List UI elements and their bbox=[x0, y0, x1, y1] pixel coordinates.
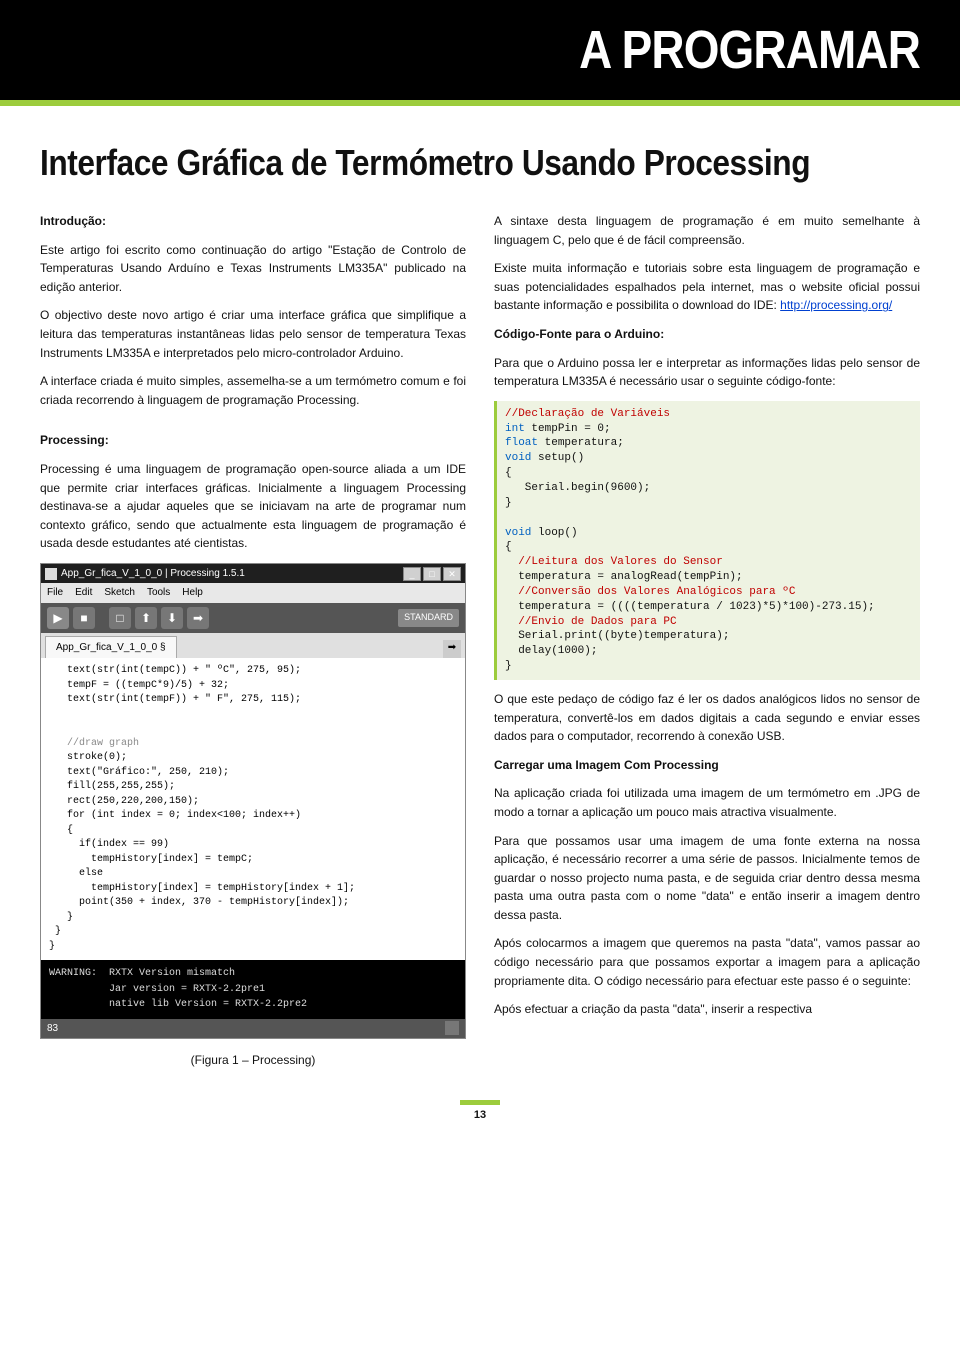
close-button[interactable]: ✕ bbox=[443, 567, 461, 581]
right-p2: Existe muita informação e tutoriais sobr… bbox=[494, 259, 920, 315]
console-output: WARNING: RXTX Version mismatch Jar versi… bbox=[41, 960, 465, 1019]
right-p4: O que este pedaço de código faz é ler os… bbox=[494, 690, 920, 746]
open-button[interactable]: ⬆ bbox=[135, 607, 157, 629]
new-button[interactable]: □ bbox=[109, 607, 131, 629]
stop-button[interactable]: ■ bbox=[73, 607, 95, 629]
sketch-tab[interactable]: App_Gr_fica_V_1_0_0 § bbox=[45, 636, 177, 659]
top-header: A PROGRAMAR bbox=[0, 0, 960, 106]
resize-corner[interactable] bbox=[445, 1021, 459, 1035]
menu-edit[interactable]: Edit bbox=[75, 585, 92, 601]
export-button[interactable]: ➡ bbox=[187, 607, 209, 629]
article-title: Interface Gráfica de Termómetro Usando P… bbox=[40, 142, 814, 184]
window-titlebar: App_Gr_fica_V_1_0_0 | Processing 1.5.1 _… bbox=[41, 564, 465, 584]
processing-paragraph: Processing é uma linguagem de programaçã… bbox=[40, 460, 466, 553]
save-button[interactable]: ⬇ bbox=[161, 607, 183, 629]
code-editor[interactable]: text(str(int(tempC)) + " ºC", 275, 95); … bbox=[41, 658, 465, 960]
magazine-brand: A PROGRAMAR bbox=[579, 19, 920, 81]
right-p6: Para que possamos usar uma imagem de uma… bbox=[494, 832, 920, 925]
arduino-code-block: //Declaração de Variáveis int tempPin = … bbox=[494, 401, 920, 680]
toolbar: ▶ ■ □ ⬆ ⬇ ➡ STANDARD bbox=[41, 603, 465, 633]
figure-caption: (Figura 1 – Processing) bbox=[40, 1051, 466, 1070]
intro-paragraph-1: Este artigo foi escrito como continuação… bbox=[40, 241, 466, 297]
menu-tools[interactable]: Tools bbox=[147, 585, 170, 601]
intro-paragraph-3: A interface criada é muito simples, asse… bbox=[40, 372, 466, 409]
right-p3: Para que o Arduino possa ler e interpret… bbox=[494, 354, 920, 391]
maximize-button[interactable]: □ bbox=[423, 567, 441, 581]
heading-codigo-arduino: Código-Fonte para o Arduino: bbox=[494, 327, 664, 341]
menu-sketch[interactable]: Sketch bbox=[104, 585, 135, 601]
right-p5: Na aplicação criada foi utilizada uma im… bbox=[494, 784, 920, 821]
processing-org-link[interactable]: http://processing.org/ bbox=[780, 298, 892, 312]
processing-app-icon bbox=[45, 568, 57, 580]
status-bar: 83 bbox=[41, 1019, 465, 1039]
menu-file[interactable]: File bbox=[47, 585, 63, 601]
intro-paragraph-2: O objectivo deste novo artigo é criar um… bbox=[40, 306, 466, 362]
window-buttons: _ □ ✕ bbox=[403, 567, 461, 581]
heading-carregar-imagem: Carregar uma Imagem Com Processing bbox=[494, 758, 719, 772]
minimize-button[interactable]: _ bbox=[403, 567, 421, 581]
mode-indicator[interactable]: STANDARD bbox=[398, 609, 459, 627]
page-number-accent bbox=[460, 1100, 500, 1105]
heading-processing: Processing: bbox=[40, 433, 109, 447]
right-p1: A sintaxe desta linguagem de programação… bbox=[494, 212, 920, 249]
heading-introducao: Introdução: bbox=[40, 214, 106, 228]
processing-ide-screenshot: App_Gr_fica_V_1_0_0 | Processing 1.5.1 _… bbox=[40, 563, 466, 1040]
menu-help[interactable]: Help bbox=[182, 585, 203, 601]
right-p7: Após colocarmos a imagem que queremos na… bbox=[494, 934, 920, 990]
run-button[interactable]: ▶ bbox=[47, 607, 69, 629]
page-number-block: 13 bbox=[40, 1100, 920, 1121]
tab-menu-arrow[interactable]: ➡ bbox=[443, 640, 461, 658]
menu-bar: File Edit Sketch Tools Help bbox=[41, 583, 465, 603]
line-number-indicator: 83 bbox=[47, 1021, 58, 1037]
right-p8: Após efectuar a criação da pasta "data",… bbox=[494, 1000, 920, 1019]
left-column: Introdução: Este artigo foi escrito como… bbox=[40, 212, 466, 1070]
window-title: App_Gr_fica_V_1_0_0 | Processing 1.5.1 bbox=[61, 566, 245, 582]
tab-bar: App_Gr_fica_V_1_0_0 § ➡ bbox=[41, 633, 465, 659]
right-column: A sintaxe desta linguagem de programação… bbox=[494, 212, 920, 1070]
header-black-bar: A PROGRAMAR bbox=[0, 0, 960, 100]
page-number: 13 bbox=[40, 1109, 920, 1121]
two-column-layout: Introdução: Este artigo foi escrito como… bbox=[40, 212, 920, 1070]
